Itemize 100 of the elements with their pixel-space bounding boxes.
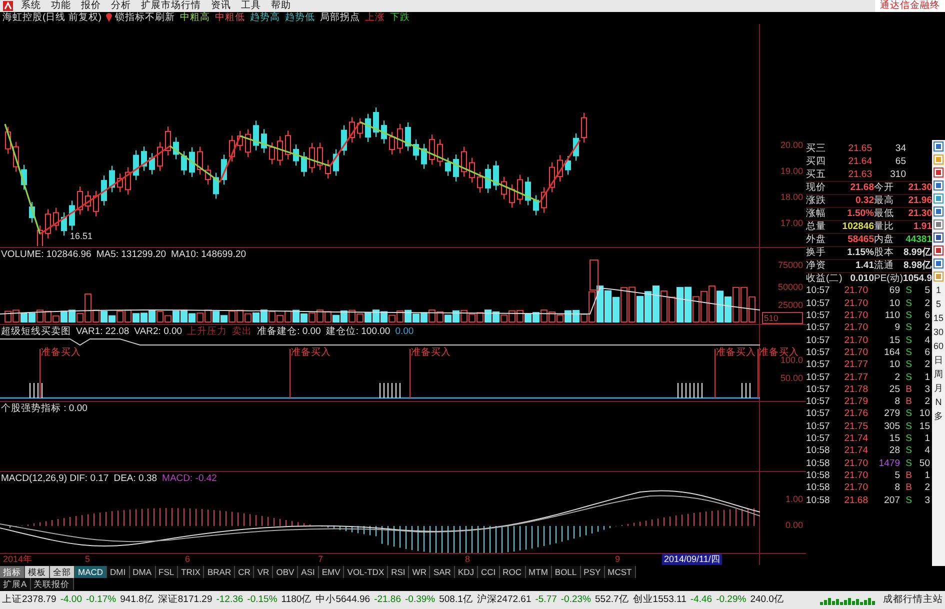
indicator-tab[interactable]: CR [235,566,254,578]
legend-item: 上涨 [364,12,385,24]
stat-value: 102846 [841,221,874,233]
tick-count: 10 [918,408,930,420]
period-button[interactable]: 15 [932,311,945,325]
indicator-tab[interactable]: MCST [604,566,636,578]
tick-time: 10:57 [806,396,831,408]
mode-tab[interactable]: 指标 [0,566,25,578]
indicator-tab[interactable]: ROC [500,566,526,578]
period-button[interactable]: 60 [932,339,945,353]
menu-item[interactable]: 工具 [236,0,266,12]
menu-item[interactable]: 扩展市场行情 [136,0,206,12]
tick-time: 10:57 [806,384,831,396]
tick-count: 1 [924,433,930,444]
index-change: -5.77 [535,594,557,606]
tool-icon[interactable] [933,232,944,243]
indicator-tab[interactable]: TRIX [178,566,204,578]
tick-count: 2 [924,482,930,494]
tick-volume: 9 [894,322,900,334]
period-button[interactable]: 30 [932,325,945,339]
indicator-tab[interactable]: BRAR [204,566,236,578]
tool-icon[interactable] [933,258,944,269]
order-label: 买五 [806,168,827,180]
tick-side: S [904,494,912,506]
tick-price: 21.76 [843,408,868,420]
indicator-tab[interactable]: CCI [478,566,500,578]
tick-volume: 15 [888,334,900,346]
index-percent: -0.17% [86,594,116,606]
period-button[interactable]: 多 [932,409,945,423]
indicator-tab[interactable]: OBV [273,566,298,578]
tick-side: S [904,334,912,346]
tool-icon[interactable] [933,180,944,191]
period-button[interactable]: 5 [932,297,945,311]
tick-volume: 5 [894,470,900,482]
tick-price: 21.70 [843,298,868,310]
mode-tab[interactable]: 模板 [25,566,50,578]
indicator-tab[interactable]: DMA [130,566,156,578]
period-button[interactable]: 周 [932,367,945,381]
menu-item[interactable]: 系统 [16,0,46,12]
ad-banner[interactable]: 通达信金融终 [875,0,945,12]
menu-item[interactable]: 报价 [76,0,106,12]
tool-icon[interactable] [933,141,944,152]
menu-item[interactable]: 功能 [46,0,76,12]
tick-volume: 8 [894,396,900,408]
indicator-tab[interactable]: EMV [318,566,344,578]
indicator-tab[interactable]: RSI [388,566,410,578]
tick-volume: 1479 [878,458,900,469]
tick-price: 21.70 [843,322,868,334]
indicator-tab[interactable]: DMI [107,566,130,578]
stat-value: 21.30 [907,208,932,220]
tick-count: 2 [924,396,930,408]
indicator-tab[interactable]: ASI [298,566,319,578]
order-price: 21.64 [847,156,872,168]
tool-icon[interactable] [933,167,944,178]
spike-group [742,382,750,398]
indicator-tab[interactable]: VOL-TDX [344,566,388,578]
index-amount: 508.1亿 [439,594,473,606]
indicator-tab[interactable]: KDJ [454,566,478,578]
period-button[interactable]: 1 [932,283,945,297]
tool-icon[interactable] [933,219,944,230]
tick-volume: 164 [883,346,900,358]
axis-label: 19.00 [780,166,803,177]
stat-value: 8.99亿 [902,247,932,259]
indicator-tab[interactable]: SAR [430,566,455,578]
menu-item[interactable]: 分析 [106,0,136,12]
stat-value: 1.91 [912,221,932,233]
indicator-tab[interactable]: BOLL [552,566,581,578]
mode-tab[interactable]: 全部 [50,566,75,578]
indicator-tab[interactable]: VR [254,566,274,578]
stat-label: 最低 [874,208,895,220]
period-button[interactable]: 月 [932,381,945,395]
extension-tab[interactable]: 关联报价 [30,578,74,590]
period-button[interactable]: 日 [932,353,945,367]
tick-price: 21.70 [843,310,868,322]
tool-icon[interactable] [933,245,944,256]
period-button[interactable]: N [932,395,945,409]
indicator-tab[interactable]: MTM [526,566,552,578]
indicator-tab[interactable]: MACD [75,566,108,578]
legend-item: 中粗高 [180,12,210,24]
extension-tab[interactable]: 扩展A [0,578,31,590]
tick-time: 10:57 [806,433,831,444]
tool-icon[interactable] [933,206,944,217]
indicator-tab[interactable]: WR [409,566,430,578]
indicator-tab[interactable]: FSL [156,566,178,578]
stat-label: 现价 [806,182,827,194]
axis-label: 25000 [778,300,803,311]
signal-label: 准备买入 [291,347,331,358]
menu-item[interactable]: 帮助 [266,0,296,12]
tick-price: 21.70 [843,470,868,482]
tick-volume: 207 [883,494,900,506]
lock-indicator-label[interactable]: 锁指标不刷新 [114,12,175,24]
signal-legend-text: 卖出 [232,326,252,338]
menu-item[interactable]: 资讯 [206,0,236,12]
tick-time: 10:57 [806,408,831,420]
stat-label: 最高 [874,195,895,207]
tick-volume: 110 [884,310,900,322]
indicator-tab[interactable]: PSY [580,566,605,578]
server-label[interactable]: 成都行情主站 [883,594,943,606]
stat-label: 净资 [806,260,827,272]
index-percent: -0.15% [247,594,278,606]
